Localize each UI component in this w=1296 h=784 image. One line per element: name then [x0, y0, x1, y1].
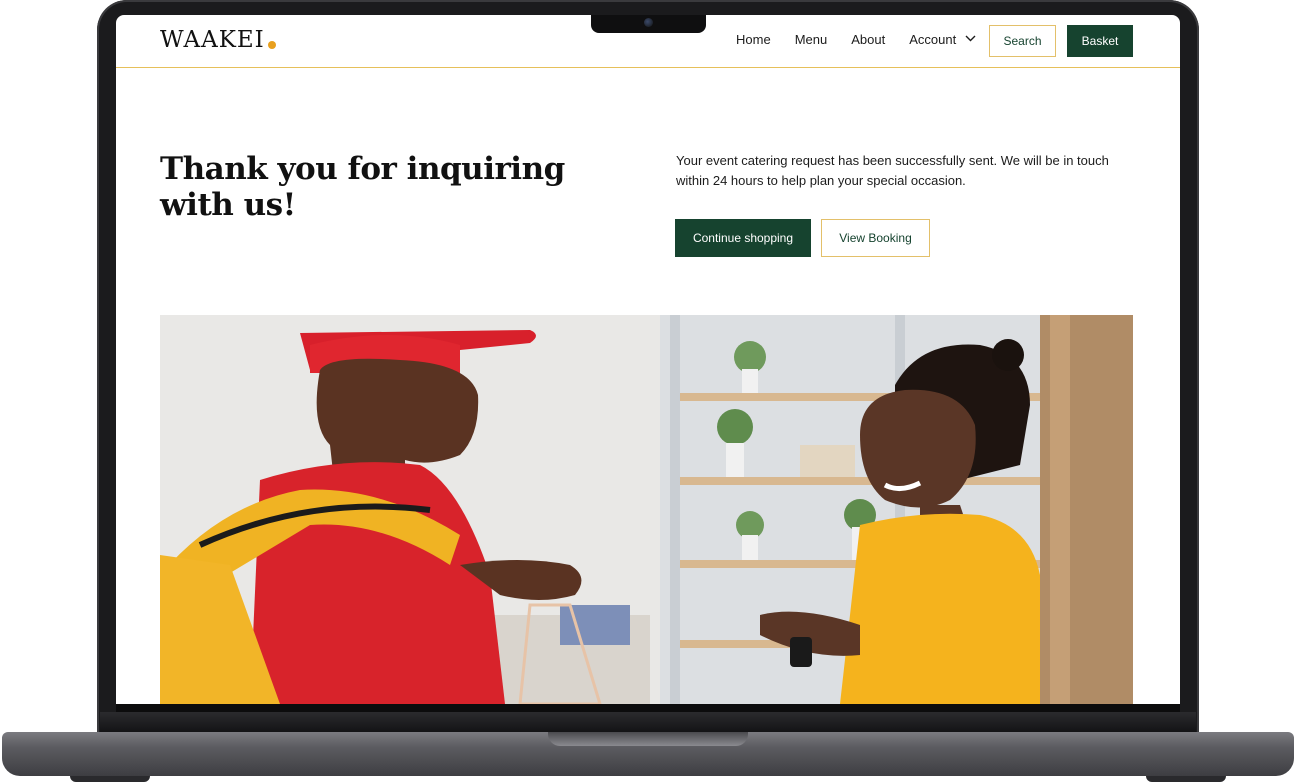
nav-menu[interactable]: Menu — [795, 32, 828, 47]
nav-account-label: Account — [909, 32, 957, 47]
site-logo[interactable]: WAAKEI — [160, 27, 276, 53]
camera-notch — [591, 15, 706, 33]
laptop-foot-left — [70, 776, 150, 782]
page-title: Thank you for inquiring with us! — [160, 151, 565, 223]
nav-about[interactable]: About — [851, 32, 885, 47]
basket-button[interactable]: Basket — [1067, 25, 1133, 57]
camera-icon — [644, 18, 653, 27]
laptop-foot-right — [1146, 776, 1226, 782]
nav-home[interactable]: Home — [736, 32, 771, 47]
continue-shopping-button[interactable]: Continue shopping — [675, 219, 811, 257]
laptop-hinge — [100, 712, 1196, 734]
delivery-photo-illustration — [160, 315, 1133, 704]
nav-account[interactable]: Account — [909, 32, 976, 47]
browser-viewport: WAAKEI Home Menu About Account Search Ba… — [116, 15, 1180, 704]
trackpad-notch — [548, 732, 748, 746]
logo-text: WAAKEI — [160, 27, 265, 53]
chevron-down-icon — [965, 35, 976, 42]
view-booking-button[interactable]: View Booking — [821, 219, 930, 257]
search-button[interactable]: Search — [989, 25, 1056, 57]
main-nav: Home Menu About Account — [736, 32, 1000, 47]
confirmation-message: Your event catering request has been suc… — [676, 153, 1109, 188]
hero-image — [160, 315, 1133, 704]
logo-dot-icon — [267, 41, 276, 49]
